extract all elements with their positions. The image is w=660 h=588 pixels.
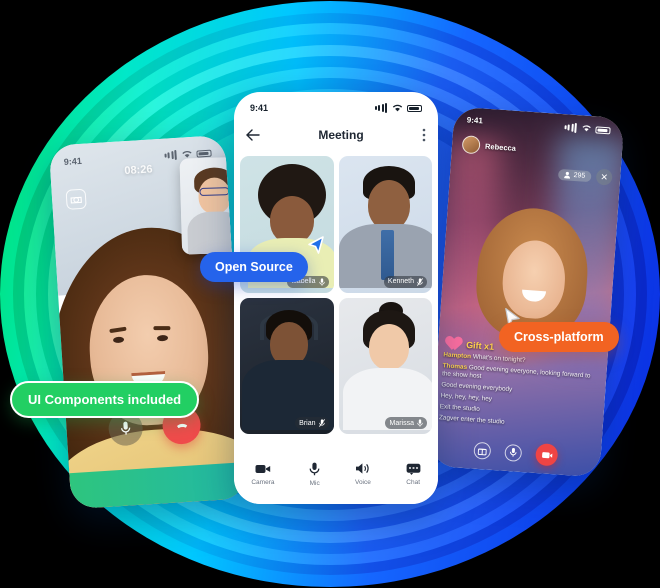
viewer-count-badge[interactable]: 295 (558, 168, 592, 182)
battery-icon (196, 149, 212, 158)
microphone-icon[interactable] (504, 443, 523, 462)
participant-name-badge: Marissa (385, 417, 427, 429)
phone-hangup-icon (176, 423, 187, 428)
cursor-arrow-blue (308, 236, 324, 254)
microphone-icon (120, 421, 131, 435)
speaker-icon (355, 463, 369, 474)
participant-tile[interactable]: Kenneth (338, 156, 432, 293)
gift-icon[interactable] (473, 441, 492, 460)
arrow-left-icon[interactable] (246, 129, 260, 141)
center-phone-app-bar: Meeting (234, 118, 438, 152)
app-screenshot: 9:41 08:26 9:41 Meeting Isabella Kenneth… (0, 0, 660, 588)
more-vertical-icon[interactable] (422, 128, 426, 142)
participant-face (368, 323, 409, 370)
pip-person-glasses (199, 187, 230, 197)
signal-icon (374, 103, 422, 113)
camera-flip-icon[interactable] (65, 188, 87, 210)
end-stream-icon (541, 451, 552, 458)
participant-name: Brian (299, 419, 316, 427)
badge-cross-platform[interactable]: Cross-platform (499, 322, 619, 352)
nav-item-mic[interactable]: Mic (309, 462, 320, 487)
nav-label: Voice (354, 479, 371, 486)
person-eyebrow-right (153, 326, 171, 331)
participant-name-badge: Brian (295, 417, 329, 429)
viewer-count: 295 (573, 171, 586, 180)
status-time: 9:41 (63, 155, 83, 167)
nav-item-chat[interactable]: Chat (406, 463, 421, 486)
participant-tile[interactable]: Brian (240, 297, 334, 434)
host-profile[interactable]: Rebecca (461, 135, 517, 157)
heart-icon (446, 337, 463, 352)
chat-text: Hey, hey, hey, hey (440, 392, 493, 403)
mic-off-icon (417, 277, 423, 286)
nav-item-voice[interactable]: Voice (355, 462, 371, 486)
participant-name: Marissa (389, 419, 414, 427)
participant-face (270, 321, 308, 366)
chat-user: Hampton (443, 351, 472, 361)
center-phone-bottom-nav: Camera Mic Voice Chat (234, 450, 438, 504)
participant-tile[interactable]: Marissa (338, 297, 432, 434)
avatar (461, 135, 481, 155)
status-time: 9:41 (250, 103, 269, 113)
mic-on-icon (417, 419, 423, 427)
battery-icon (595, 125, 611, 134)
chat-text: Good evening everybody (441, 381, 513, 394)
badge-ui-components[interactable]: UI Components included (10, 381, 200, 418)
participant-tie (380, 230, 394, 280)
chat-bubble-icon (406, 463, 421, 475)
video-camera-icon (255, 464, 271, 473)
nav-label: Mic (309, 479, 320, 487)
nav-label: Camera (251, 478, 275, 486)
nav-label: Chat (406, 478, 420, 486)
end-stream-button[interactable] (534, 443, 559, 467)
close-icon[interactable]: ✕ (595, 168, 613, 186)
center-phone-status-bar: 9:41 (234, 92, 438, 118)
wifi-icon (582, 125, 591, 132)
participant-name-badge: Kenneth (383, 275, 427, 288)
page-title: Meeting (318, 128, 364, 142)
live-chat-list[interactable]: Hampton What's on tonight? Thomas Good e… (439, 351, 594, 432)
participant-face (367, 180, 410, 230)
mic-off-icon (318, 419, 325, 427)
badge-open-source[interactable]: Open Source (200, 252, 308, 282)
participant-name: Kenneth (387, 278, 414, 285)
battery-icon (407, 104, 422, 112)
gift-label: Gift x1 (465, 339, 495, 352)
host-name: Rebecca (484, 141, 517, 153)
status-time: 9:41 (466, 115, 484, 126)
nav-item-camera[interactable]: Camera (251, 463, 274, 486)
chat-text: Exit the studio (439, 403, 481, 413)
microphone-icon (309, 462, 320, 475)
right-phone-live-stream[interactable]: 9:41 Rebecca 295 ✕ Gift x1 Hampton What'… (429, 106, 625, 478)
participant-grid: Isabella Kenneth Brian Marissa (234, 152, 438, 438)
center-phone-meeting[interactable]: 9:41 Meeting Isabella Kenneth Brian Mari… (234, 92, 438, 504)
person-icon (564, 171, 571, 179)
mic-on-icon (318, 277, 325, 286)
wifi-icon (392, 104, 402, 111)
left-phone-video-call[interactable]: 9:41 08:26 (48, 134, 248, 510)
